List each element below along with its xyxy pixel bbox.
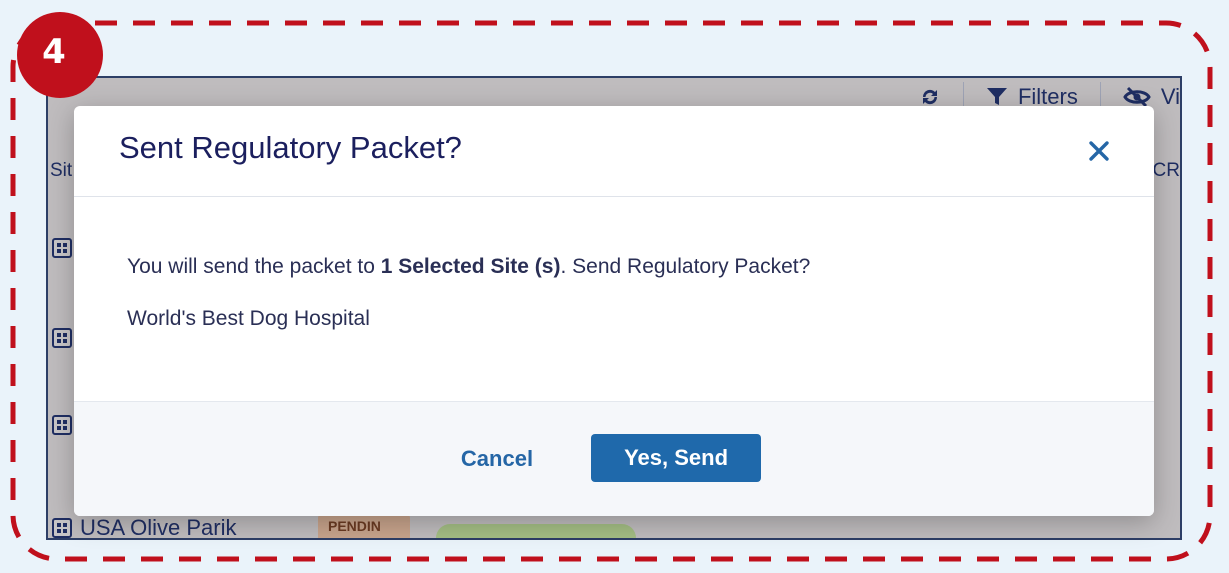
message-prefix: You will send the packet to xyxy=(127,255,381,278)
close-icon xyxy=(1089,141,1109,161)
site-row-icon xyxy=(52,415,72,435)
site-row-icon xyxy=(52,238,72,258)
building-icon xyxy=(52,518,72,538)
building-icon xyxy=(52,415,72,435)
eye-slash-icon xyxy=(1123,86,1151,108)
site-row-icon xyxy=(52,328,72,348)
selected-sites-count: 1 Selected Site (s) xyxy=(380,255,561,278)
dialog-message: You will send the packet to 1 Selected S… xyxy=(127,255,1154,279)
cancel-button[interactable]: Cancel xyxy=(461,446,533,472)
message-suffix: . Send Regulatory Packet? xyxy=(560,255,811,278)
column-header-site: Sit xyxy=(50,160,73,181)
status-badge: PENDIN xyxy=(318,514,410,538)
yes-send-button[interactable]: Yes, Send xyxy=(591,434,762,482)
column-header-cr: CR xyxy=(1152,160,1180,181)
dialog-body: You will send the packet to 1 Selected S… xyxy=(74,197,1154,331)
view-label: Vi xyxy=(1160,84,1180,109)
selected-site-name: World's Best Dog Hospital xyxy=(127,307,370,330)
step-number-badge: 4 xyxy=(17,12,103,98)
building-icon xyxy=(52,238,72,258)
refresh-icon xyxy=(922,89,937,105)
send-packet-dialog: Sent Regulatory Packet? You will send th… xyxy=(74,106,1154,516)
dialog-footer: Cancel Yes, Send xyxy=(74,401,1154,516)
building-icon xyxy=(52,328,72,348)
close-button[interactable] xyxy=(1084,136,1114,166)
site-row[interactable]: USA Olive Parik xyxy=(52,515,237,540)
dialog-header: Sent Regulatory Packet? xyxy=(74,106,1154,197)
progress-pill xyxy=(436,524,636,538)
filter-icon xyxy=(986,88,1007,105)
site-name: USA Olive Parik xyxy=(80,515,237,540)
dialog-title: Sent Regulatory Packet? xyxy=(119,130,462,165)
